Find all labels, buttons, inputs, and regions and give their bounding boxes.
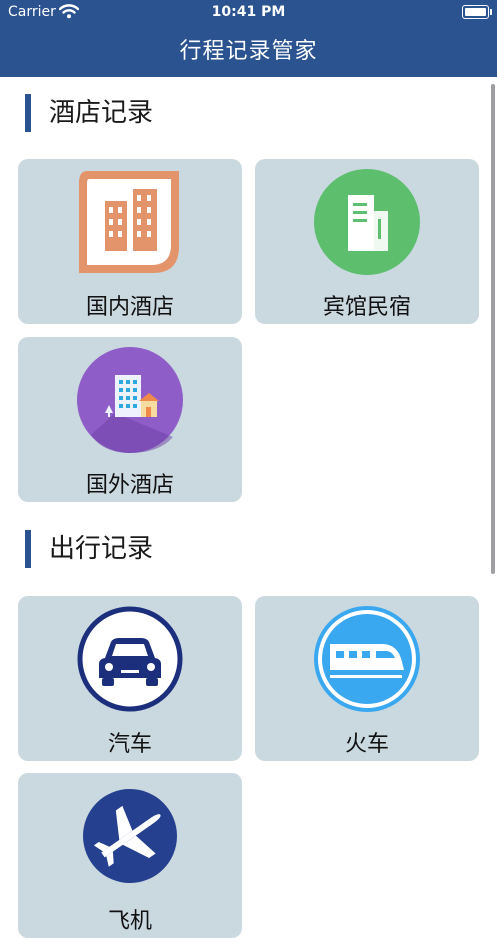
train-icon xyxy=(314,606,420,712)
tile-domestic-hotel[interactable]: 国内酒店 xyxy=(18,159,242,324)
city-icon xyxy=(77,347,183,453)
battery-icon xyxy=(462,5,492,19)
tile-label: 火车 xyxy=(344,732,389,757)
tile-label: 汽车 xyxy=(107,732,152,757)
tile-car[interactable]: 汽车 xyxy=(18,596,242,761)
tile-label: 宾馆民宿 xyxy=(322,295,411,320)
document-icon xyxy=(314,169,420,275)
section-title-hotel: 酒店记录 xyxy=(49,98,154,128)
page-title: 行程记录管家 xyxy=(179,39,318,64)
tile-plane[interactable]: 飞机 xyxy=(18,773,242,938)
status-bar: Carrier 10:41 PM xyxy=(0,0,497,26)
tile-label: 飞机 xyxy=(107,909,152,934)
tile-label: 国外酒店 xyxy=(85,473,174,498)
section-title-travel: 出行记录 xyxy=(49,534,154,564)
hotel-buildings-icon xyxy=(79,171,179,273)
section-accent-bar xyxy=(25,530,31,568)
tile-foreign-hotel[interactable]: 国外酒店 xyxy=(18,337,242,502)
tile-guesthouse[interactable]: 宾馆民宿 xyxy=(255,159,479,324)
navigation-bar: Carrier 10:41 PM 行程记录管家 xyxy=(0,0,497,77)
tile-label: 国内酒店 xyxy=(85,295,174,320)
airplane-icon xyxy=(83,789,177,883)
tile-train[interactable]: 火车 xyxy=(255,596,479,761)
clock: 10:41 PM xyxy=(211,4,286,20)
section-accent-bar xyxy=(25,94,31,132)
car-icon xyxy=(77,606,183,712)
scrollbar[interactable] xyxy=(491,84,495,574)
